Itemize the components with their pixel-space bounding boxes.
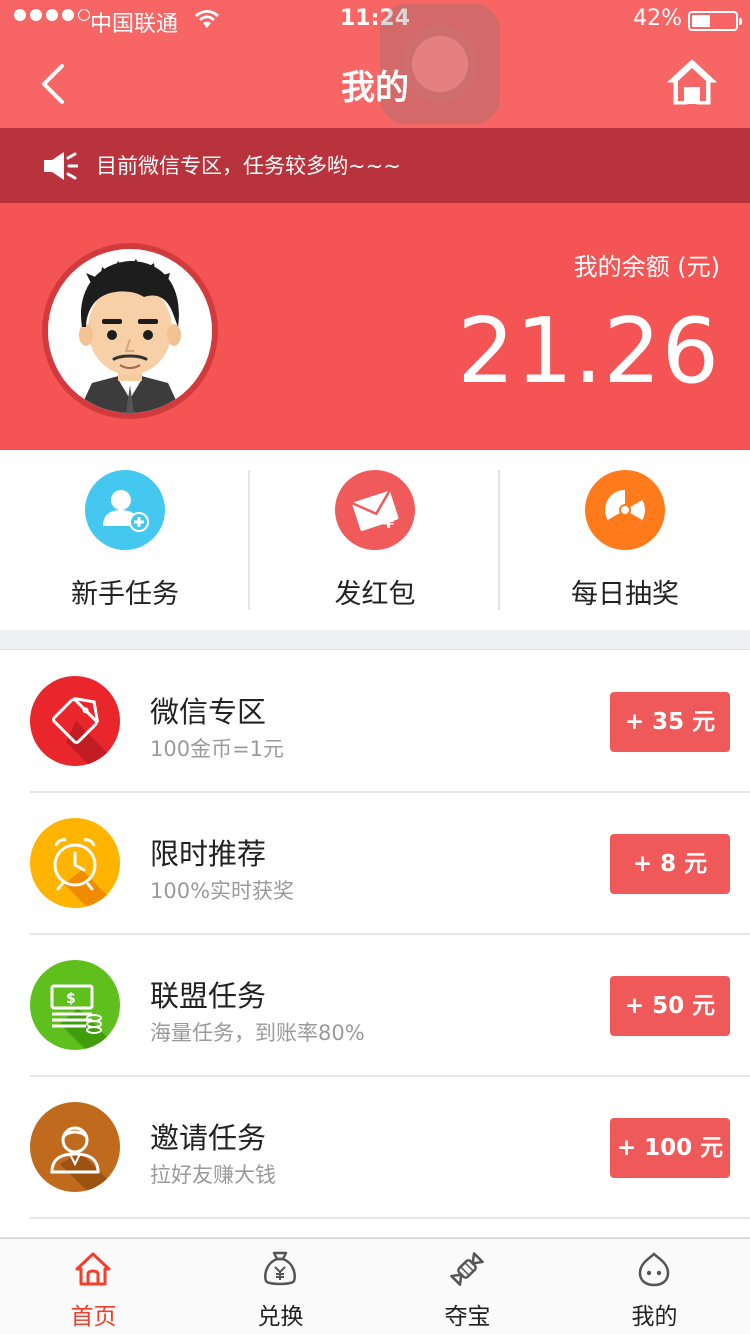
profile-header: 我的余额 (元) 21.26: [0, 203, 750, 450]
top-bar: 中国联通 11:24 42% 我的: [0, 0, 750, 128]
row-divider: [30, 1217, 750, 1219]
money-bag-icon: [264, 1251, 296, 1286]
battery-percent: 42%: [633, 6, 682, 31]
svg-text:$: $: [66, 991, 76, 1007]
task-title: 邀请任务: [150, 1121, 267, 1155]
task-subtitle: 100金币=1元: [150, 737, 285, 761]
tab-exchange[interactable]: 兑换: [187, 1239, 374, 1334]
candy-icon: [450, 1252, 484, 1286]
tag-icon: [30, 676, 120, 766]
smiley-icon: [638, 1252, 670, 1287]
quick-action-label: 发红包: [334, 579, 416, 610]
tab-treasure[interactable]: 夺宝: [374, 1239, 561, 1334]
list-item[interactable]: 微信专区 100金币=1元 + 35 元: [0, 651, 750, 793]
tab-label: 我的: [631, 1304, 678, 1330]
notice-bar[interactable]: 目前微信专区，任务较多哟~~~: [0, 128, 750, 203]
task-subtitle: 拉好友赚大钱: [150, 1163, 276, 1187]
quick-actions: 新手任务 ¥ 发红包 每日抽奖: [0, 450, 750, 630]
battery-icon: [688, 11, 742, 31]
avatar-image: [48, 249, 212, 413]
tab-label: 兑换: [257, 1304, 304, 1330]
tab-label: 首页: [70, 1304, 117, 1330]
home-icon[interactable]: [666, 56, 718, 108]
reward-button[interactable]: + 8 元: [610, 834, 730, 894]
quick-action-label: 新手任务: [71, 579, 179, 610]
quick-action-red-envelope[interactable]: ¥ 发红包: [250, 450, 500, 630]
svg-text:¥: ¥: [383, 513, 394, 532]
task-title: 限时推荐: [150, 837, 267, 871]
quick-action-daily-lottery[interactable]: 每日抽奖: [500, 450, 750, 630]
tab-bar: 首页 兑换 夺宝 我的: [0, 1237, 750, 1334]
quick-action-label: 每日抽奖: [571, 579, 679, 610]
alarm-clock-icon: [30, 818, 120, 908]
balance-label: 我的余额 (元): [573, 253, 720, 281]
money-stack-icon: $: [30, 960, 120, 1050]
task-title: 联盟任务: [150, 979, 267, 1013]
reward-button[interactable]: + 100 元: [610, 1118, 730, 1178]
tab-label: 夺宝: [444, 1304, 491, 1330]
megaphone-icon: [44, 152, 78, 180]
status-bar: 中国联通 11:24 42%: [0, 0, 750, 40]
reward-button[interactable]: + 35 元: [610, 692, 730, 752]
quick-action-newbie-tasks[interactable]: 新手任务: [0, 450, 250, 630]
list-item[interactable]: $ 联盟任务 海量任务，到账率80% + 50 元: [0, 935, 750, 1077]
red-envelope-icon: ¥: [335, 470, 415, 550]
list-item[interactable]: 限时推荐 100%实时获奖 + 8 元: [0, 793, 750, 935]
home-icon: [75, 1252, 111, 1286]
list-item[interactable]: 邀请任务 拉好友赚大钱 + 100 元: [0, 1077, 750, 1219]
add-user-icon: [85, 470, 165, 550]
tab-mine[interactable]: 我的: [561, 1239, 748, 1334]
task-title: 微信专区: [150, 695, 267, 729]
page-title: 我的: [341, 68, 409, 108]
task-subtitle: 海量任务，到账率80%: [150, 1021, 365, 1045]
tab-home[interactable]: 首页: [0, 1239, 187, 1334]
section-divider: [0, 630, 750, 650]
balance-value: 21.26: [457, 299, 720, 404]
task-subtitle: 100%实时获奖: [150, 879, 295, 903]
person-icon: [30, 1102, 120, 1192]
notice-text: 目前微信专区，任务较多哟~~~: [96, 154, 401, 178]
reward-button[interactable]: + 50 元: [610, 976, 730, 1036]
avatar[interactable]: [42, 243, 218, 419]
lottery-wheel-icon: [585, 470, 665, 550]
